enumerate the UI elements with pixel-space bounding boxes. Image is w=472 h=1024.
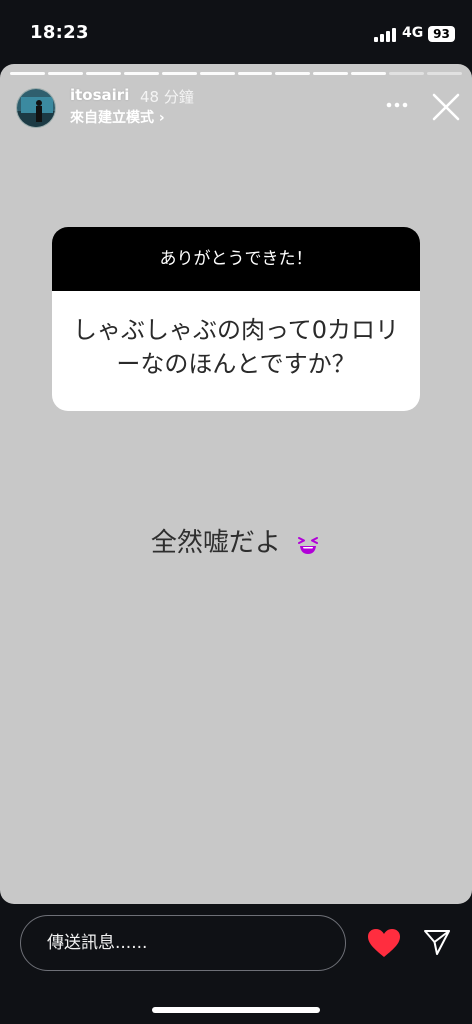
username[interactable]: itosairi: [70, 86, 129, 104]
status-bar: 18:23 4G 93: [0, 0, 472, 64]
question-sticker-text: しゃぶしゃぶの肉って0カロリーなのほんとですか？: [72, 316, 400, 378]
question-sticker[interactable]: ありがとうできた！ しゃぶしゃぶの肉って0カロリーなのほんとですか？: [52, 227, 420, 411]
grinning-squinting-face-icon: [298, 536, 319, 554]
story-view[interactable]: itosairi 48 分鐘 來自建立模式 › ありがとうできた！ しゃぶしゃぶ…: [0, 64, 472, 904]
answer-text: 全然嘘だよ: [150, 528, 281, 558]
progress-segment: [389, 72, 425, 75]
progress-segment: [161, 72, 197, 75]
progress-segment: [199, 72, 235, 75]
paper-plane-icon: [424, 930, 450, 955]
create-mode-link[interactable]: 來自建立模式 ›: [70, 107, 165, 127]
close-button[interactable]: [430, 91, 462, 123]
answer-text-line: 全然嘘だよ: [0, 522, 472, 559]
message-input[interactable]: [20, 915, 346, 971]
like-button[interactable]: [367, 928, 401, 958]
avatar[interactable]: [16, 88, 56, 128]
progress-segment: [85, 72, 121, 75]
progress-segment: [275, 72, 311, 75]
progress-segment: [237, 72, 273, 75]
story-progress-bar: [10, 72, 463, 75]
cellular-signal-icon: [374, 28, 398, 42]
close-icon: [432, 93, 460, 121]
more-dots-icon: [386, 102, 408, 108]
progress-segment: [10, 72, 45, 75]
status-time: 18:23: [30, 22, 89, 43]
progress-segment: [47, 72, 83, 75]
send-button[interactable]: [422, 927, 452, 957]
progress-segment: [313, 72, 349, 75]
progress-segment: [427, 72, 463, 75]
more-options-button[interactable]: [384, 94, 410, 116]
heart-icon: [368, 929, 400, 957]
progress-segment: [351, 72, 387, 75]
question-sticker-title: ありがとうできた！: [52, 227, 420, 291]
progress-segment: [123, 72, 159, 75]
story-time-ago: 48 分鐘: [140, 88, 194, 106]
network-type: 4G: [402, 25, 424, 41]
battery-icon: 93: [428, 26, 455, 42]
home-indicator: [152, 1007, 320, 1013]
